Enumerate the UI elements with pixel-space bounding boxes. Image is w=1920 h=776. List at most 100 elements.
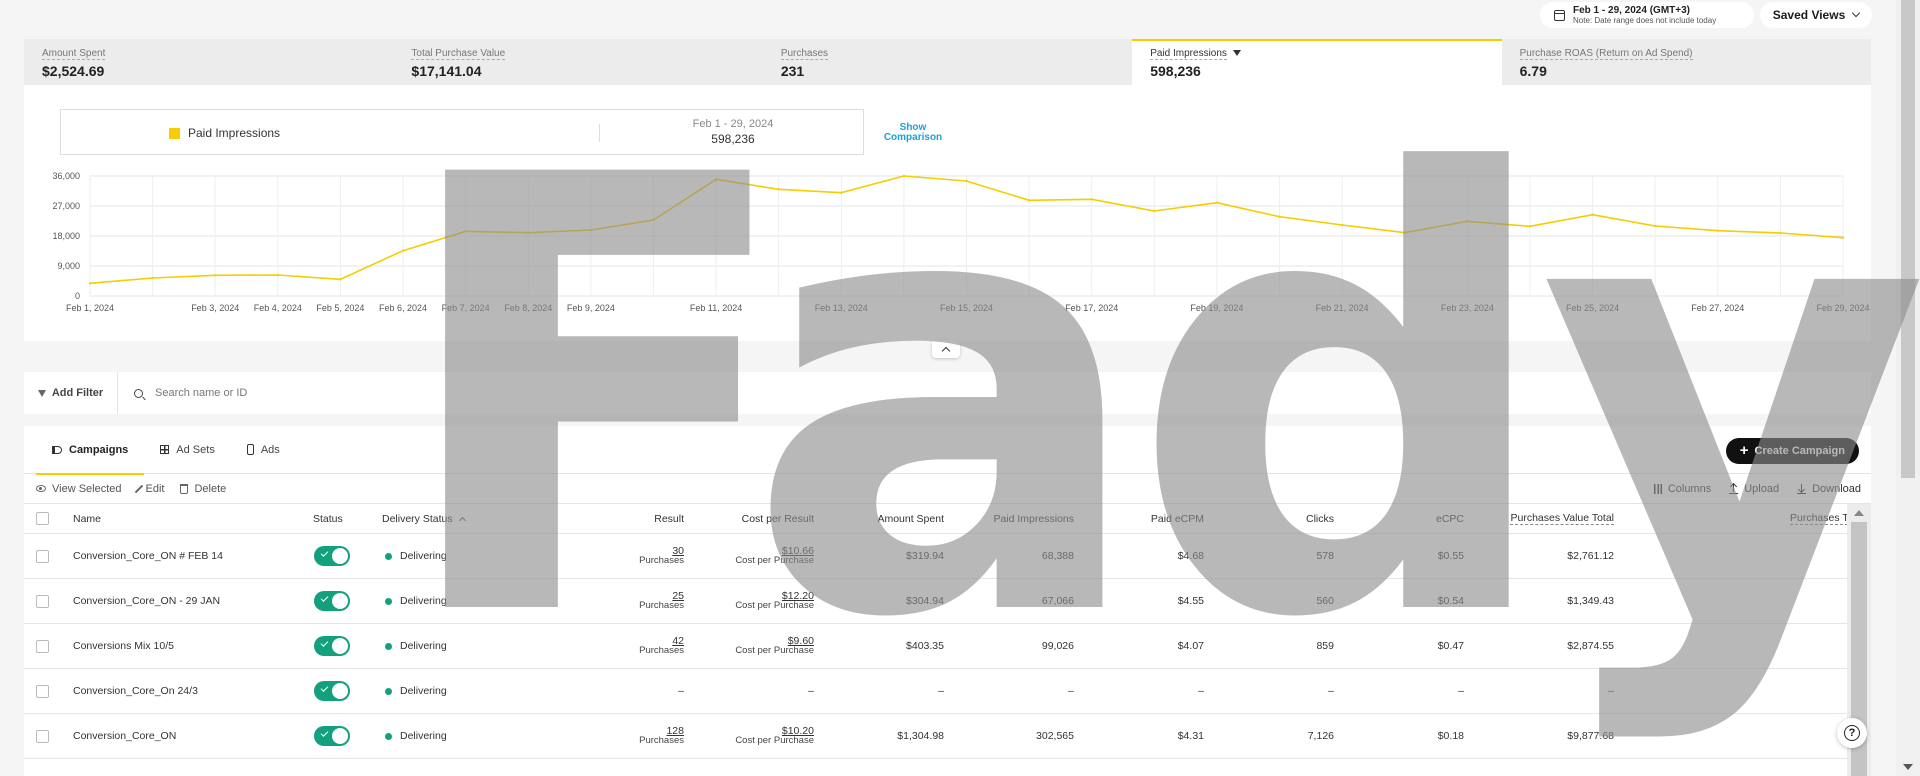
scroll-down-icon[interactable] bbox=[1903, 764, 1913, 770]
page-scrollbar-thumb[interactable] bbox=[1901, 0, 1915, 478]
campaign-name[interactable]: Conversion_Core_ON - 29 JAN bbox=[73, 579, 220, 623]
edit-label: Edit bbox=[145, 482, 165, 495]
campaign-name[interactable]: Conversion_Core_ON bbox=[73, 714, 176, 758]
row-checkbox[interactable] bbox=[36, 594, 49, 608]
col-purchases-total[interactable]: Purchases To bbox=[1790, 504, 1854, 533]
kpi-label: Total Purchase Value bbox=[411, 48, 506, 60]
view-selected-button[interactable]: View Selected bbox=[36, 483, 122, 495]
status-toggle[interactable] bbox=[314, 636, 350, 656]
col-ecpc[interactable]: eCPC bbox=[1344, 504, 1464, 533]
select-all-checkbox[interactable] bbox=[36, 512, 49, 525]
paid-ecpm: $4.55 bbox=[1177, 595, 1204, 607]
delivery-status: Delivering bbox=[400, 550, 447, 562]
campaign-name[interactable]: Conversions Mix 10/5 bbox=[73, 624, 174, 668]
download-button[interactable]: Download bbox=[1797, 483, 1861, 495]
kpi-amount-spent[interactable]: Amount Spent $2,524.69 bbox=[24, 39, 393, 85]
row-checkbox[interactable] bbox=[36, 729, 49, 743]
data-point bbox=[527, 231, 530, 234]
kpi-total-purchase-value[interactable]: Total Purchase Value $17,141.04 bbox=[393, 39, 762, 85]
tab-ad-sets[interactable]: Ad Sets bbox=[144, 426, 231, 474]
col-result[interactable]: Result bbox=[584, 504, 684, 533]
status-cell bbox=[314, 714, 350, 758]
sort-ascending-icon bbox=[458, 516, 466, 524]
delivery-cell: Delivering bbox=[385, 624, 447, 668]
delivery-cell: Delivering bbox=[385, 669, 447, 713]
tab-ads[interactable]: Ads bbox=[231, 426, 296, 474]
x-tick-label: Feb 25, 2024 bbox=[1566, 303, 1619, 313]
tab-campaigns[interactable]: Campaigns bbox=[36, 426, 145, 475]
kpi-label: Purchases bbox=[780, 48, 829, 60]
table-row[interactable]: Conversions Mix 10/5 Delivering 42 Purcha… bbox=[24, 624, 1847, 669]
status-toggle[interactable] bbox=[314, 681, 350, 701]
x-tick-label: Feb 8, 2024 bbox=[504, 303, 552, 313]
purchases-value-total: $9,877.68 bbox=[1567, 730, 1614, 742]
search-icon bbox=[134, 388, 143, 398]
campaigns-table-panel: Campaigns Ad Sets Ads + Create Campaign … bbox=[24, 426, 1871, 776]
data-point bbox=[965, 179, 968, 183]
add-filter-label: Add Filter bbox=[51, 387, 104, 399]
download-icon bbox=[1797, 484, 1807, 494]
status-toggle[interactable] bbox=[314, 726, 350, 746]
table-row[interactable]: Conversion_Core_ON - 29 JAN Delivering 2… bbox=[24, 579, 1847, 624]
x-tick-label: Feb 13, 2024 bbox=[815, 303, 868, 313]
collapse-chart-button[interactable] bbox=[932, 340, 960, 358]
saved-views-label: Saved Views bbox=[1772, 8, 1846, 22]
col-delivery-status[interactable]: Delivery Status bbox=[382, 504, 466, 533]
data-point bbox=[714, 178, 718, 181]
data-point bbox=[88, 282, 92, 285]
add-filter-button[interactable]: Add Filter bbox=[24, 372, 118, 414]
kpi-label: Purchase ROAS (Return on Ad Spend) bbox=[1519, 48, 1693, 60]
scroll-up-icon[interactable] bbox=[1854, 510, 1864, 516]
create-campaign-button[interactable]: + Create Campaign bbox=[1725, 438, 1859, 464]
col-paid-impressions[interactable]: Paid Impressions bbox=[954, 504, 1074, 533]
x-tick-label: Feb 3, 2024 bbox=[191, 303, 239, 313]
saved-views-dropdown[interactable]: Saved Views bbox=[1760, 2, 1872, 28]
kpi-purchases[interactable]: Purchases 231 bbox=[763, 39, 1132, 85]
campaign-name[interactable]: Conversion_Core_On 24/3 bbox=[73, 669, 198, 713]
status-toggle[interactable] bbox=[314, 546, 350, 566]
col-amount-spent[interactable]: Amount Spent bbox=[824, 504, 944, 533]
status-toggle[interactable] bbox=[314, 591, 350, 611]
data-point bbox=[464, 230, 467, 233]
tab-label: Campaigns bbox=[69, 443, 129, 456]
date-range-picker[interactable]: Feb 1 - 29, 2024 (GMT+3) Note: Date rang… bbox=[1540, 2, 1754, 28]
grid-icon bbox=[160, 445, 170, 454]
purchases-value-total: – bbox=[1608, 685, 1614, 697]
columns-button[interactable]: Columns bbox=[1653, 483, 1711, 495]
table-row[interactable]: Conversion_Core_On 24/3 Delivering – – –… bbox=[24, 669, 1847, 714]
campaign-name[interactable]: Conversion_Core_ON # FEB 14 bbox=[73, 534, 223, 578]
delivery-cell: Delivering bbox=[385, 714, 447, 758]
col-purchases-value-total[interactable]: Purchases Value Total bbox=[1474, 504, 1614, 533]
check-icon bbox=[320, 729, 329, 737]
col-cost-per-result[interactable]: Cost per Result bbox=[704, 504, 814, 533]
purchases-value-total: $2,874.55 bbox=[1567, 640, 1614, 652]
page-scrollbar[interactable] bbox=[1896, 0, 1920, 776]
show-comparison-link[interactable]: Show Comparison bbox=[880, 123, 946, 143]
row-checkbox[interactable] bbox=[36, 639, 49, 653]
select-all-cell bbox=[36, 504, 49, 533]
caret-down-icon[interactable] bbox=[1232, 50, 1241, 57]
upload-button[interactable]: Upload bbox=[1729, 483, 1779, 495]
col-name[interactable]: Name bbox=[73, 504, 101, 533]
kpi-paid-impressions[interactable]: Paid Impressions 598,236 bbox=[1132, 39, 1502, 85]
edit-button[interactable]: Edit bbox=[134, 482, 165, 495]
amount-spent: $319.94 bbox=[906, 550, 944, 562]
delivering-dot-icon bbox=[385, 732, 392, 740]
table-row[interactable]: Conversion_Core_ON Delivering 128 Purchas… bbox=[24, 714, 1847, 759]
kpi-purchase-roas[interactable]: Purchase ROAS (Return on Ad Spend) 6.79 bbox=[1502, 39, 1871, 85]
col-status[interactable]: Status bbox=[313, 504, 343, 533]
delete-button[interactable]: Delete bbox=[180, 483, 226, 495]
data-point bbox=[1841, 236, 1845, 239]
col-clicks[interactable]: Clicks bbox=[1214, 504, 1334, 533]
create-campaign-label: Create Campaign bbox=[1754, 445, 1845, 457]
delivering-dot-icon bbox=[385, 597, 392, 605]
x-tick-label: Feb 21, 2024 bbox=[1316, 303, 1369, 313]
data-point bbox=[1528, 225, 1532, 228]
row-checkbox[interactable] bbox=[36, 684, 49, 698]
row-checkbox[interactable] bbox=[36, 549, 49, 563]
col-paid-ecpm[interactable]: Paid eCPM bbox=[1074, 504, 1204, 533]
table-row[interactable]: Conversion_Core_ON # FEB 14 Delivering 3… bbox=[24, 534, 1847, 579]
help-button[interactable]: ? bbox=[1837, 718, 1867, 748]
search-input[interactable]: Search name or ID bbox=[118, 387, 247, 399]
megaphone-icon bbox=[52, 445, 62, 454]
